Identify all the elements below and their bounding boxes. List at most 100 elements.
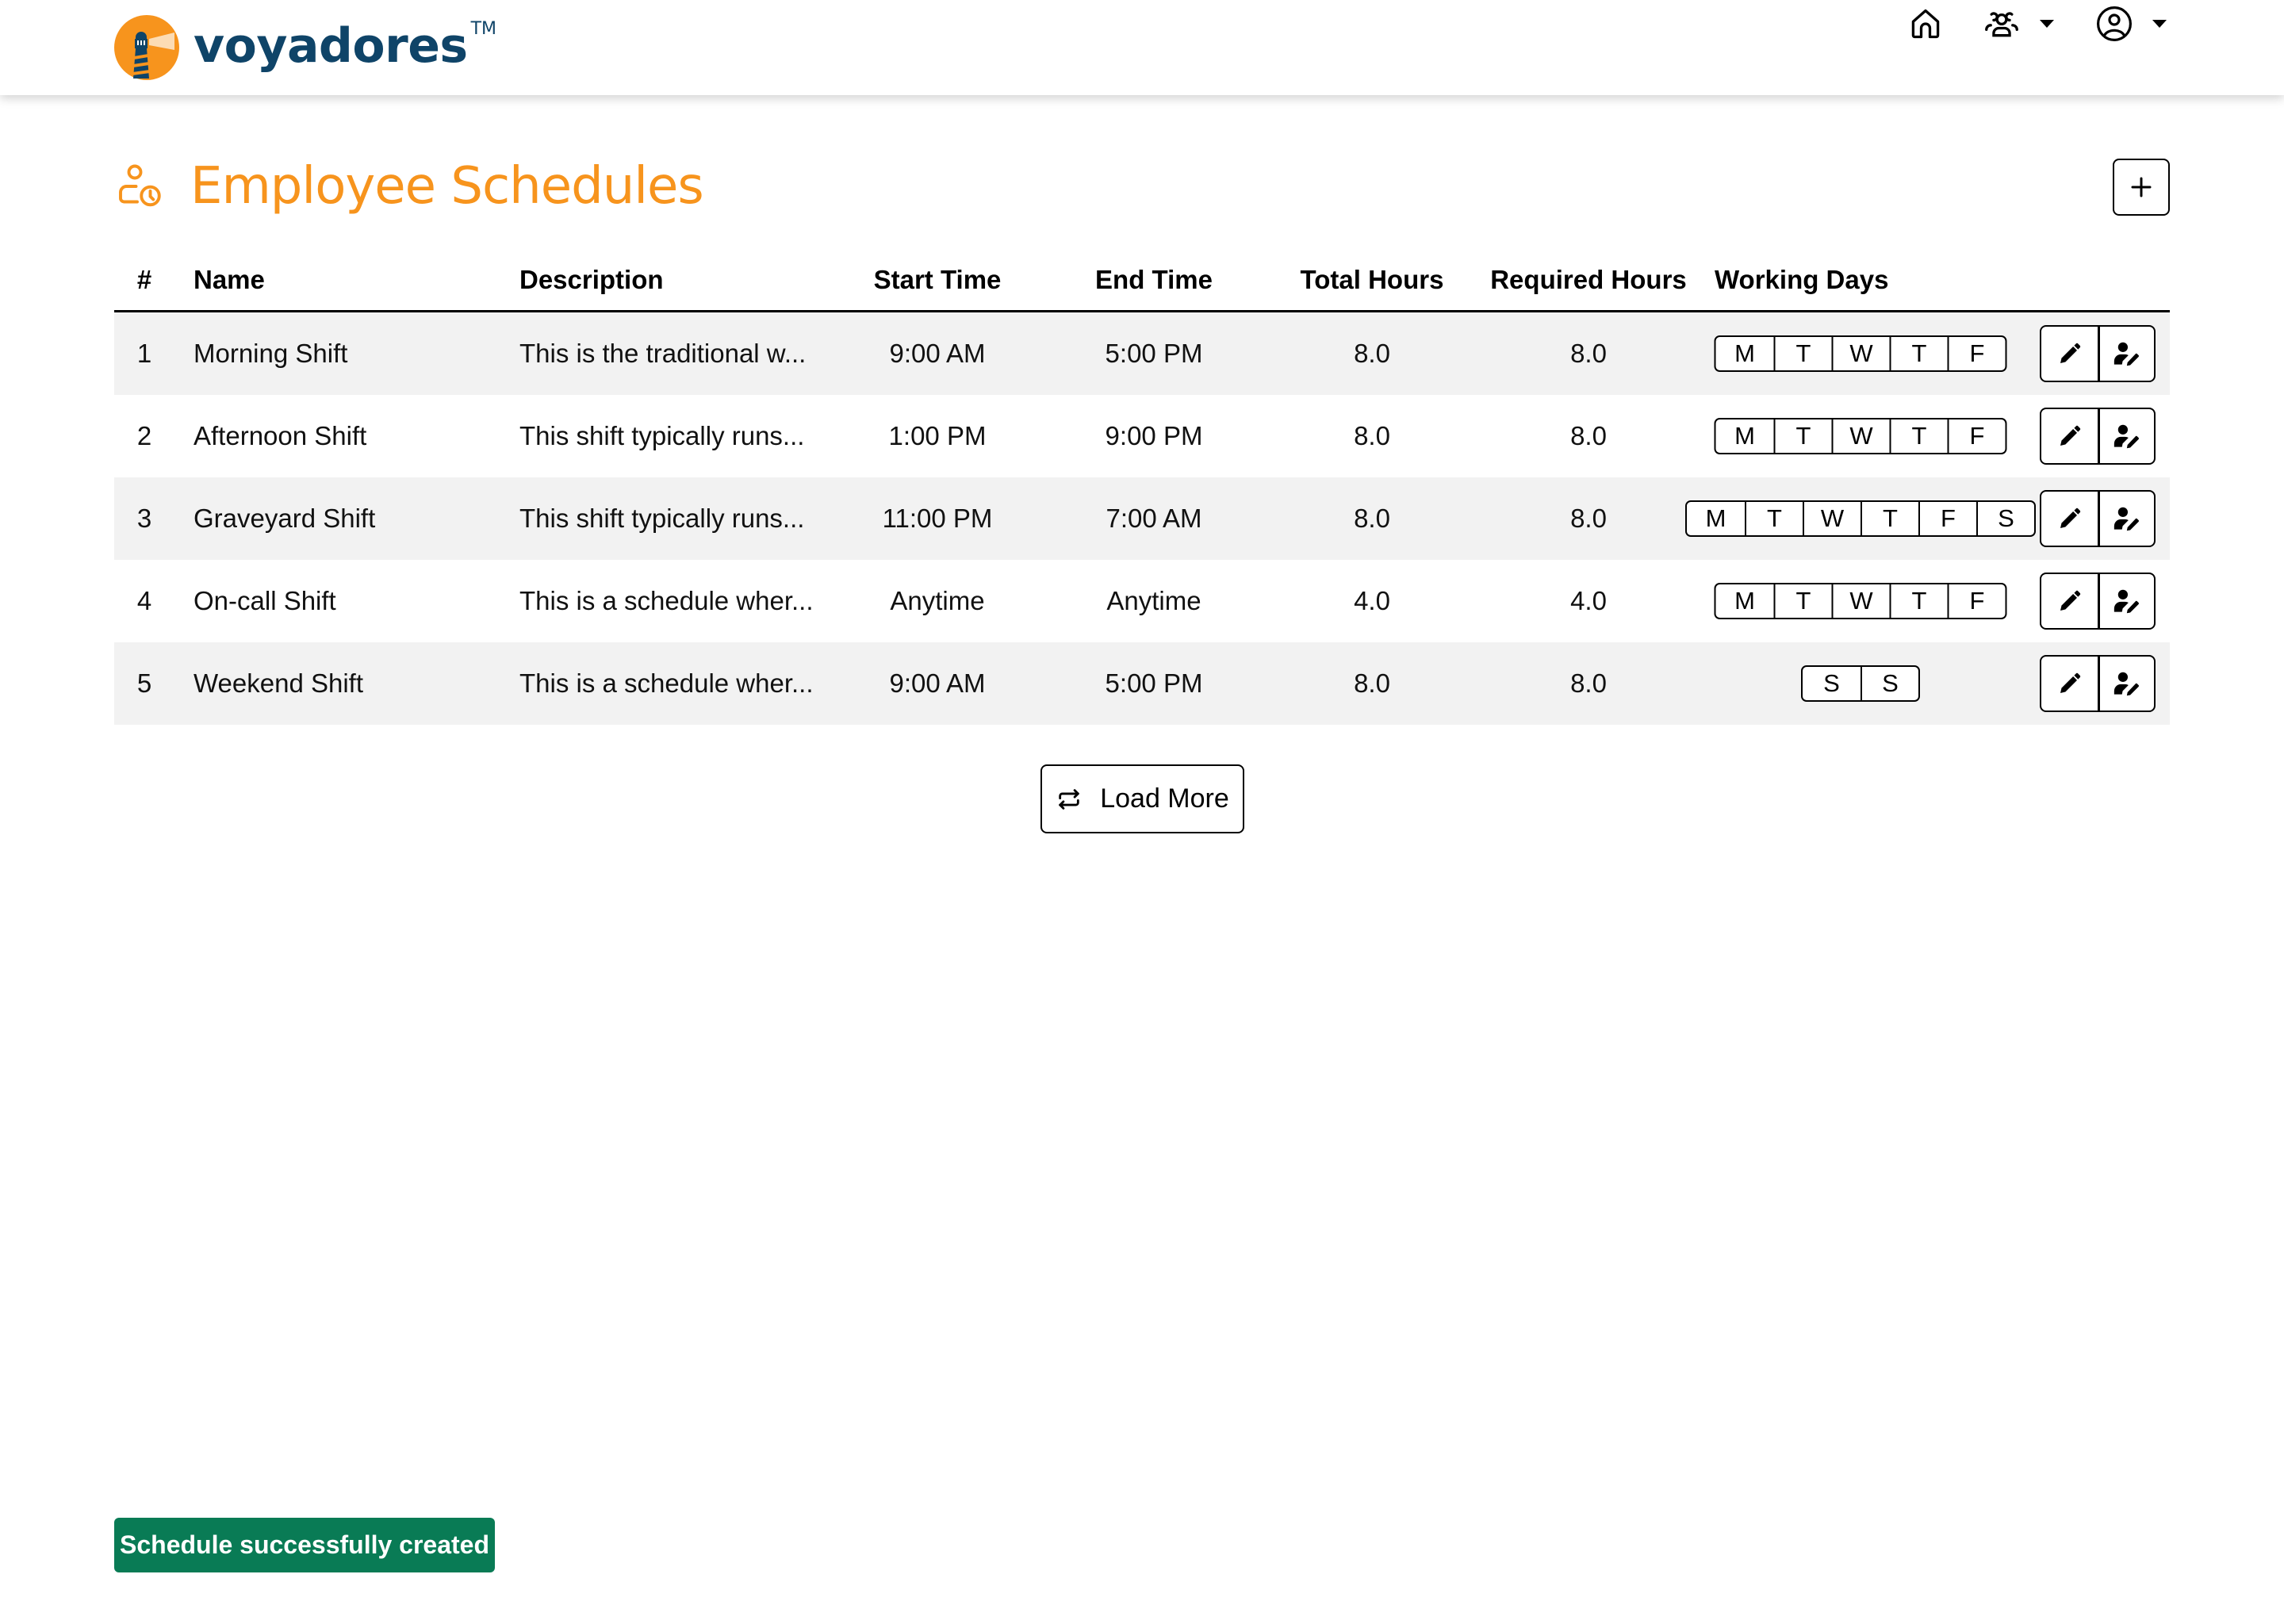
working-day-badge: W <box>1803 502 1861 535</box>
home-icon <box>1911 9 1940 39</box>
end-time: 9:00 PM <box>1105 421 1203 450</box>
user-edit-icon <box>2113 589 2139 614</box>
working-day-badge: F <box>1947 584 2006 618</box>
add-schedule-button[interactable] <box>2113 159 2170 216</box>
working-days-group: MTWTF <box>1714 418 2007 454</box>
user-edit-icon <box>2113 672 2139 696</box>
edit-schedule-button[interactable] <box>2041 492 2098 546</box>
users-icon <box>1985 12 2018 37</box>
working-day-badge: M <box>1734 422 1755 450</box>
schedule-name: Weekend Shift <box>194 668 364 698</box>
total-hours: 8.0 <box>1354 504 1390 533</box>
row-actions <box>2040 325 2156 382</box>
brand-name: voyadores <box>194 18 468 74</box>
required-hours: 8.0 <box>1570 504 1607 533</box>
account-menu-button[interactable] <box>2095 0 2167 48</box>
working-days-group: SS <box>1801 665 1920 702</box>
schedule-name: Graveyard Shift <box>194 504 376 533</box>
plus-icon <box>2131 177 2152 197</box>
schedule-description: This shift typically runs... <box>519 421 805 450</box>
working-day-badge: T <box>1773 584 1832 618</box>
assign-employees-button[interactable] <box>2098 574 2154 628</box>
schedule-name: On-call Shift <box>194 586 336 615</box>
assign-employees-button[interactable] <box>2098 327 2154 381</box>
working-day-badge: S <box>1976 502 2034 535</box>
table-row: 4 On-call Shift This is a schedule wher.… <box>114 560 2170 642</box>
working-day-badge: F <box>1947 337 2006 370</box>
toast-message: Schedule successfully created <box>120 1530 489 1559</box>
end-time: 5:00 PM <box>1105 339 1203 368</box>
column-header-total-hours: Total Hours <box>1300 265 1444 294</box>
row-actions <box>2040 490 2156 547</box>
table-body: 1 Morning Shift This is the traditional … <box>114 312 2170 725</box>
working-day-badge: S <box>1823 669 1840 697</box>
row-number: 3 <box>136 504 152 533</box>
row-actions <box>2040 573 2156 630</box>
table-row: 2 Afternoon Shift This shift typically r… <box>114 395 2170 477</box>
start-time: 9:00 AM <box>889 668 986 698</box>
table-header: # Name Description Start Time End Time T… <box>114 254 2170 312</box>
total-hours: 4.0 <box>1354 586 1390 615</box>
pencil-icon <box>2060 508 2080 528</box>
working-day-badge: T <box>1889 419 1948 453</box>
lighthouse-logo-icon <box>114 15 179 80</box>
pencil-icon <box>2060 343 2080 363</box>
brand-logo-link[interactable]: voyadores TM <box>114 15 496 80</box>
user-clock-icon <box>119 164 161 207</box>
edit-schedule-button[interactable] <box>2041 327 2098 381</box>
working-day-badge: S <box>1861 667 1918 700</box>
assign-employees-button[interactable] <box>2098 492 2154 546</box>
trademark: TM <box>470 18 497 39</box>
assign-employees-button[interactable] <box>2098 409 2154 463</box>
user-circle-icon <box>2097 6 2132 41</box>
working-day-badge: M <box>1705 504 1726 532</box>
schedule-description: This is a schedule wher... <box>519 668 814 698</box>
end-time: Anytime <box>1106 586 1201 615</box>
working-day-badge: M <box>1734 339 1755 367</box>
working-day-badge: T <box>1745 502 1803 535</box>
edit-schedule-button[interactable] <box>2041 574 2098 628</box>
table-row: 1 Morning Shift This is the traditional … <box>114 312 2170 395</box>
working-day-badge: T <box>1889 337 1948 370</box>
assign-employees-button[interactable] <box>2098 657 2154 710</box>
working-days-group: MTWTFS <box>1685 500 2036 537</box>
working-days-group: MTWTF <box>1714 583 2007 619</box>
working-day-badge: W <box>1831 419 1890 453</box>
working-day-badge: T <box>1773 419 1832 453</box>
required-hours: 8.0 <box>1570 421 1607 450</box>
working-day-badge: F <box>1947 419 2006 453</box>
edit-schedule-button[interactable] <box>2041 657 2098 710</box>
repeat-icon <box>1059 788 1079 810</box>
load-more-button[interactable]: Load More <box>1040 764 1244 833</box>
total-hours: 8.0 <box>1354 421 1390 450</box>
team-menu-button[interactable] <box>1983 0 2054 48</box>
user-edit-icon <box>2113 424 2139 449</box>
schedule-name: Morning Shift <box>194 339 348 368</box>
end-time: 7:00 AM <box>1106 504 1202 533</box>
column-header-name: Name <box>194 265 265 294</box>
user-edit-icon <box>2113 507 2139 531</box>
page-header: Employee Schedules <box>116 157 704 216</box>
working-day-badge: T <box>1773 337 1832 370</box>
required-hours: 8.0 <box>1570 339 1607 368</box>
column-header-number: # <box>136 265 152 294</box>
start-time: Anytime <box>890 586 985 615</box>
start-time: 11:00 PM <box>882 504 993 533</box>
working-day-badge: M <box>1734 587 1755 615</box>
pencil-icon <box>2060 672 2080 693</box>
total-hours: 8.0 <box>1354 668 1390 698</box>
page-title: Employee Schedules <box>190 157 704 216</box>
schedules-table: # Name Description Start Time End Time T… <box>114 254 2170 725</box>
row-number: 5 <box>136 668 152 698</box>
success-toast: Schedule successfully created <box>114 1518 495 1572</box>
row-number: 4 <box>136 586 152 615</box>
row-number: 2 <box>136 421 152 450</box>
table-row: 3 Graveyard Shift This shift typically r… <box>114 477 2170 560</box>
schedule-name: Afternoon Shift <box>194 421 367 450</box>
edit-schedule-button[interactable] <box>2041 409 2098 463</box>
home-button[interactable] <box>1908 0 1943 48</box>
start-time: 9:00 AM <box>889 339 986 368</box>
table-row: 5 Weekend Shift This is a schedule wher.… <box>114 642 2170 725</box>
column-header-end-time: End Time <box>1095 265 1213 294</box>
total-hours: 8.0 <box>1354 339 1390 368</box>
